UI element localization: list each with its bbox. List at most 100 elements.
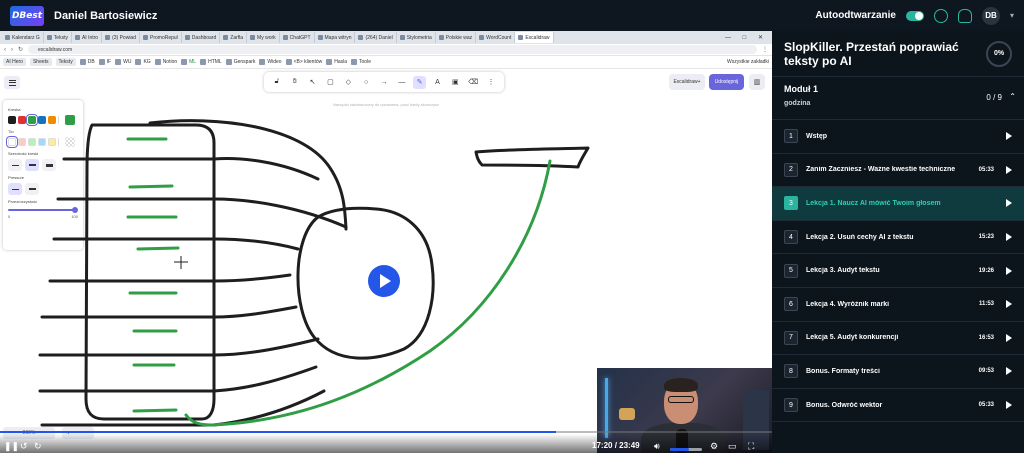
lesson-play-icon[interactable] [1006,367,1012,376]
bookmark-item[interactable]: HTML [200,59,222,65]
forward-icon[interactable]: › [11,47,13,53]
bookmark-item[interactable]: Teksty [55,58,76,66]
video-player[interactable]: Kalendarz G Teksty AI Intro (3) Powiad Promo… [0,31,772,453]
lesson-play-icon[interactable] [1006,165,1012,174]
browser-tab[interactable]: Polskie waz [436,32,477,43]
all-bookmarks-link[interactable]: Wszystkie zakładki [727,59,769,65]
tab-favicon-icon [184,35,190,40]
module-header[interactable]: Moduł 1 godzina 0 / 9 ⌃ [772,77,1024,120]
url-field[interactable]: excalidraw.com [28,45,757,54]
autoplay-label: Autoodtwarzanie [815,10,896,21]
lesson-duration: 19:26 [978,267,994,274]
tab-favicon-icon [74,35,80,40]
chat-icon[interactable] [933,8,948,23]
chevron-down-icon[interactable]: ▾ [1010,11,1014,20]
avatar[interactable]: DB [981,6,1000,25]
lesson-duration: 11:53 [978,301,994,308]
bookmark-favicon-icon [326,59,333,65]
fullscreen-icon[interactable]: ⛶ [748,441,754,452]
browser-tab[interactable]: PromoRepul [140,32,182,43]
lesson-duration: 05:33 [978,166,994,173]
video-progress-bar[interactable] [0,431,772,433]
brand-logo[interactable]: DBest [10,5,44,26]
lesson-play-icon[interactable] [1006,233,1012,242]
autoplay-toggle[interactable] [905,10,924,21]
play-button-icon[interactable] [368,265,400,297]
lesson-duration: 16:53 [978,334,994,341]
sketch-rectangle [84,123,216,421]
lesson-play-icon[interactable] [1006,266,1012,275]
bookmark-item[interactable]: ML [181,59,196,65]
chevron-up-icon[interactable]: ⌃ [1009,92,1016,101]
extensions-icon[interactable]: ⋮ [762,46,768,53]
bookmark-item[interactable]: WU [115,59,131,65]
bookmark-label: KG [143,59,151,65]
lesson-item[interactable]: 2 Zanim Zaczniesz - Ważne kwestie technic… [772,154,1024,188]
bookmark-item[interactable]: <B> klientów [285,59,322,65]
bookmark-item[interactable]: Wideo [259,59,282,65]
lesson-play-icon[interactable] [1006,401,1012,410]
bookmark-item[interactable]: AI Hero [3,58,26,66]
course-header: DBest Daniel Bartosiewicz Autoodtwarzani… [0,0,1024,31]
browser-tab[interactable]: ChatGPT [280,32,315,43]
browser-tab[interactable]: (264) Daniel [355,32,397,43]
browser-tab[interactable]: Kalendarz G [2,32,44,43]
lesson-item[interactable]: 7 Lekcja 5. Audyt konkurencji 16:53 [772,322,1024,356]
back-icon[interactable]: ‹ [4,47,6,53]
lesson-item[interactable]: 8 Bonus. Formaty treści 09:53 [772,355,1024,389]
lesson-play-icon[interactable] [1006,333,1012,342]
bookmark-item[interactable]: KG [135,59,151,65]
bookmark-label: DB [87,59,95,65]
bookmark-item[interactable]: IF [98,59,111,65]
pip-icon[interactable]: ▭ [728,441,737,452]
lesson-play-icon[interactable] [1006,199,1012,208]
lesson-item[interactable]: 5 Lekcja 3. Audyt tekstu 19:26 [772,254,1024,288]
bookmark-label: Teksty [58,59,73,65]
lesson-item[interactable]: 4 Lekcja 2. Usuń cechy AI z tekstu 15:23 [772,221,1024,255]
play-pause-icon[interactable]: ❚❚ [4,441,19,452]
browser-tab[interactable]: Stylometria [397,32,436,43]
bookmark-item[interactable]: Notion [154,59,177,65]
volume-slider[interactable] [670,448,702,451]
bookmark-item[interactable]: Genspark [225,59,255,65]
bookmark-item[interactable]: Toole [351,59,371,65]
volume-icon[interactable]: 🔊︎ [654,441,660,452]
tab-favicon-icon [358,35,364,40]
window-controls-icon[interactable]: — □ ✕ [725,34,772,41]
lesson-number: 7 [784,330,798,345]
bookmark-favicon-icon [351,59,358,65]
tab-label: Polskie waz [445,34,473,41]
module-title: Moduł 1 [784,84,818,94]
browser-tab[interactable]: Mapa witryn [315,32,356,43]
lesson-title: Bonus. Formaty treści [806,367,880,375]
progress-ring: 0% [986,40,1012,67]
sketch-bar-top [474,146,590,169]
browser-tab[interactable]: WordCount [476,32,516,43]
rewind-icon[interactable]: ↺ [20,441,28,452]
lesson-duration: 05:33 [978,402,994,409]
browser-tab[interactable]: (3) Powiad [102,32,140,43]
browser-tab[interactable]: Dashboard [182,32,221,43]
forward-icon[interactable]: ↻ [34,441,42,452]
lesson-item[interactable]: 6 Lekcja 4. Wyróżnik marki 11:53 [772,288,1024,322]
crosshair-cursor [174,256,188,269]
reload-icon[interactable]: ↻ [18,46,23,53]
browser-tab[interactable]: Teksty [44,32,72,43]
lesson-play-icon[interactable] [1006,132,1012,141]
lesson-item[interactable]: 9 Bonus. Odwróć wektor 05:33 [772,389,1024,423]
browser-tab[interactable]: AI Intro [72,32,103,43]
bookmark-item[interactable]: Sheets [29,58,52,66]
bookmark-item[interactable]: DB [79,59,95,65]
bookmark-favicon-icon [115,59,122,65]
settings-gear-icon[interactable]: ⚙︎ [710,441,718,452]
lesson-item[interactable]: 1 Wstęp [772,120,1024,154]
browser-tab[interactable]: Excalidraw [515,32,554,43]
bell-icon[interactable] [957,8,972,23]
lesson-duration: 15:23 [978,234,994,241]
lesson-item[interactable]: 3 Lekcja 1. Naucz AI mówić Twoim głosem [772,187,1024,221]
browser-tab[interactable]: Zarfla [220,32,248,43]
browser-tab[interactable]: My work [247,32,280,43]
lesson-play-icon[interactable] [1006,300,1012,309]
bookmark-label: ML [189,59,197,65]
bookmark-item[interactable]: Hasla [326,59,347,65]
